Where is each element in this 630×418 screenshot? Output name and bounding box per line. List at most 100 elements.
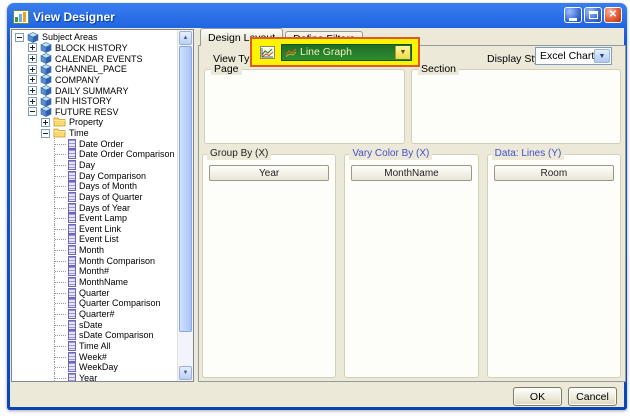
collapse-toggle[interactable] [15,33,24,42]
tree-connector [54,234,66,245]
tree-item[interactable]: CHANNEL_PACE [12,64,177,75]
scroll-down-button[interactable]: ▼ [179,366,192,380]
tree-item[interactable]: DAILY SUMMARY [12,85,177,96]
tree-item[interactable]: Month [12,245,177,256]
expand-toggle[interactable] [28,97,37,106]
axis-dropzone[interactable]: Vary Color By (X)MonthName [344,154,478,378]
tree-item[interactable]: Event List [12,234,177,245]
tree-connector [54,213,66,224]
tree-item[interactable]: Month Comparison [12,255,177,266]
tree-scrollbar[interactable]: ▲ ▼ [177,30,193,381]
tree-item[interactable]: BLOCK HISTORY [12,43,177,54]
designer-tab-control: Design Layout Define Filters Line Graph [198,29,626,382]
tree-item[interactable]: sDate Comparison [12,330,177,341]
tree-item[interactable]: Time [12,128,177,139]
close-icon: ✕ [609,10,617,20]
tree-item[interactable]: Quarter [12,287,177,298]
tree-connector [54,277,66,288]
tree-item[interactable]: Day [12,160,177,171]
tree-item[interactable]: WeekDay [12,362,177,373]
column-icon [68,224,76,234]
collapse-toggle[interactable] [41,129,50,138]
expand-toggle[interactable] [28,54,37,63]
view-type-select[interactable]: Line Graph ▼ [281,44,412,61]
tree-item[interactable]: sDate [12,319,177,330]
tree-item[interactable]: Month# [12,266,177,277]
tree-connector [54,330,66,341]
tree-item[interactable]: Event Link [12,224,177,235]
tree-item[interactable]: Days of Quarter [12,192,177,203]
tree-connector [54,138,66,149]
expand-toggle[interactable] [41,118,50,127]
tree-item-label: Event List [79,234,119,244]
tree-connector [54,362,66,373]
expand-toggle[interactable] [28,75,37,84]
minimize-button[interactable] [564,7,582,23]
tree-connector [54,309,66,320]
page-dropzone[interactable]: Page [204,69,405,144]
column-icon [68,330,76,340]
axis-dropzone[interactable]: Data: Lines (Y)Room [487,154,621,378]
tree-connector [54,181,66,192]
close-button[interactable]: ✕ [604,7,622,23]
column-icon [68,203,76,213]
expand-toggle[interactable] [28,43,37,52]
tree-item[interactable]: Days of Year [12,202,177,213]
tree-item[interactable]: FUTURE RESV [12,106,177,117]
tree-item-label: Week# [79,352,107,362]
cube-icon [40,74,52,85]
axis-dropzone[interactable]: Group By (X)Year [202,154,336,378]
axis-columns: Group By (X)YearVary Color By (X)MonthNa… [202,154,621,378]
tree-item[interactable]: Quarter# [12,309,177,320]
display-style-select[interactable]: Excel Chart ▼ [535,47,612,65]
tree-connector [54,170,66,181]
tree-item[interactable]: Subject Areas [12,32,177,43]
tree-item-label: Event Link [79,224,121,234]
column-icon [68,139,76,149]
scroll-up-button[interactable]: ▲ [179,31,192,45]
cube-icon [27,32,39,43]
tree-item[interactable]: FIN HISTORY [12,96,177,107]
axis-title: Vary Color By (X) [349,148,432,160]
axis-title: Data: Lines (Y) [492,148,565,160]
cancel-button[interactable]: Cancel [568,387,617,406]
axis-field-button[interactable]: Room [494,165,614,181]
tree-item[interactable]: Days of Month [12,181,177,192]
titlebar[interactable]: View Designer ✕ [7,3,627,28]
scrollbar-thumb[interactable] [179,46,192,332]
tree-item[interactable]: Date Order Comparison [12,149,177,160]
section-dropzone[interactable]: Section [411,69,621,144]
maximize-icon [589,11,598,19]
tree-item[interactable]: Time All [12,341,177,352]
expand-toggle[interactable] [28,86,37,95]
tree-item[interactable]: Quarter Comparison [12,298,177,309]
tree-item[interactable]: Event Lamp [12,213,177,224]
axis-field-button[interactable]: Year [209,165,329,181]
tree-item[interactable]: Property [12,117,177,128]
collapse-toggle[interactable] [28,107,37,116]
tree-item[interactable]: Date Order [12,138,177,149]
expand-toggle[interactable] [28,65,37,74]
tree-item-label: Time [69,128,89,138]
tree-item-label: Days of Month [79,181,137,191]
line-graph-icon [260,46,275,59]
cube-icon [40,42,52,53]
maximize-button[interactable] [584,7,602,23]
display-style-dropdown-arrow-icon[interactable]: ▼ [594,49,610,63]
tree-item[interactable]: Day Comparison [12,170,177,181]
tree-item[interactable]: MonthName [12,277,177,288]
tree-item[interactable]: Week# [12,351,177,362]
tree-item[interactable]: COMPANY [12,75,177,86]
axis-field-button[interactable]: MonthName [351,165,471,181]
tree-item-label: Property [69,117,103,127]
tree-item[interactable]: Year [12,373,177,382]
tree-connector [54,298,66,309]
tree-item[interactable]: CALENDAR EVENTS [12,53,177,64]
view-type-dropdown-arrow-icon[interactable]: ▼ [395,46,410,59]
ok-button[interactable]: OK [513,387,562,406]
tree-connector [54,202,66,213]
column-icon [68,160,76,170]
tree-item-label: Quarter [79,288,110,298]
minimize-icon [569,18,577,21]
tree-item-label: MonthName [79,277,128,287]
